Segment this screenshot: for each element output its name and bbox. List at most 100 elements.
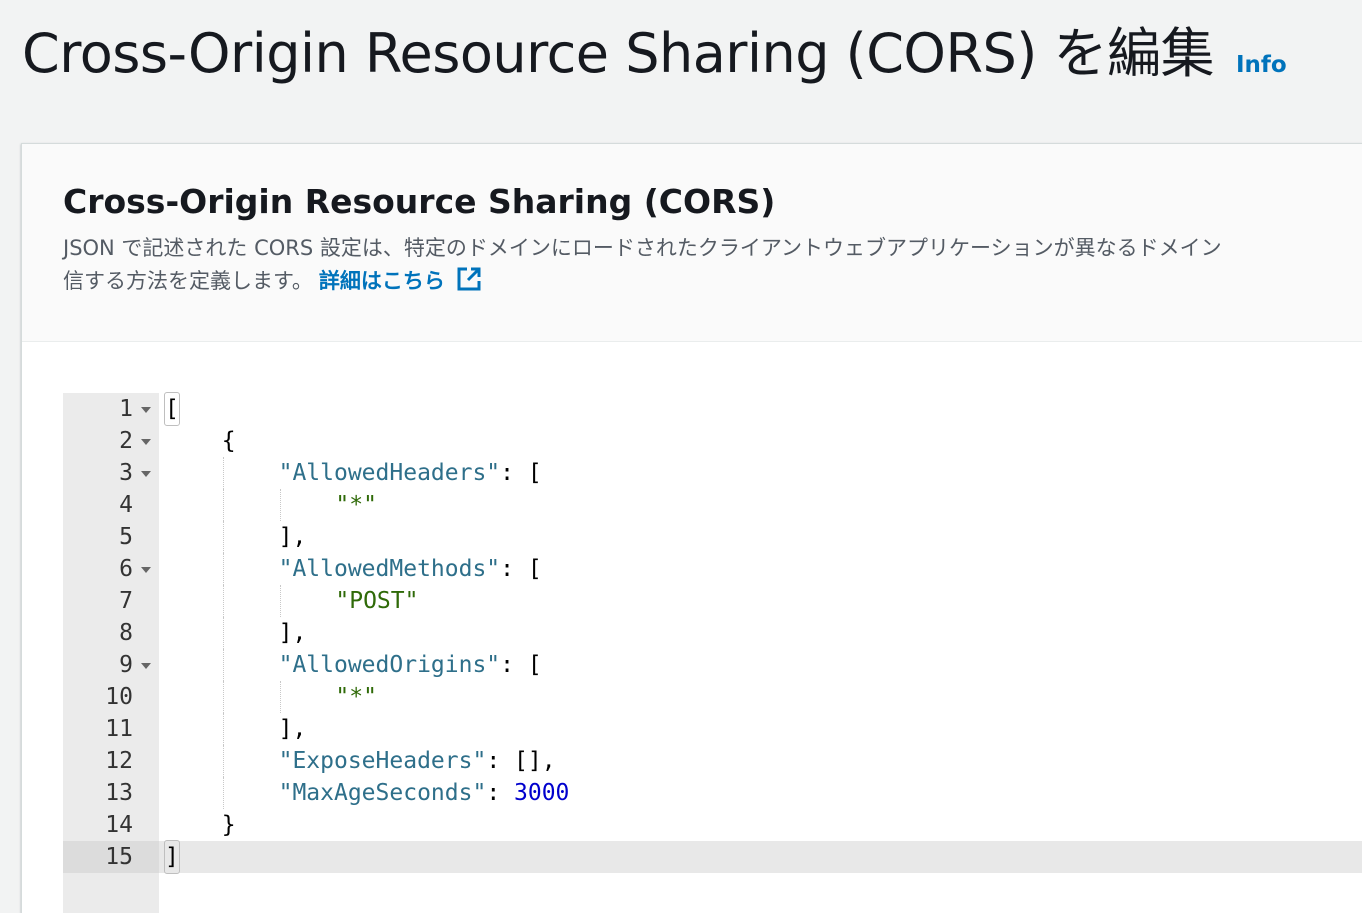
line-number: 8 [119,620,133,646]
code-line[interactable]: 6 "AllowedMethods": [ [63,553,1362,585]
code-punctuation: : [], [486,748,556,774]
code-punctuation: : [486,780,515,806]
panel-title: Cross-Origin Resource Sharing (CORS) [63,182,776,221]
code-line[interactable]: 13 "MaxAgeSeconds": 3000 [63,777,1362,809]
cors-panel: Cross-Origin Resource Sharing (CORS) JSO… [21,143,1362,913]
json-key: "AllowedOrigins" [278,652,501,678]
line-number-cell: 6 [63,553,159,585]
line-number-cell: 7 [63,585,159,617]
indent-guide [222,745,224,777]
fold-toggle-icon[interactable] [141,567,151,573]
line-number-cell: 5 [63,521,159,553]
json-key: "ExposeHeaders" [278,748,487,774]
json-key: "AllowedHeaders" [278,460,501,486]
line-number-cell: 11 [63,713,159,745]
indent-guide [222,457,224,489]
line-number-cell: 2 [63,425,159,457]
code-text: ], [279,617,307,649]
cors-json-editor[interactable]: 1[2{3 "AllowedHeaders": [4 "*" 5], 6 "Allowed… [63,392,1362,913]
description-line-2-text: 信する方法を定義します。 [63,269,313,293]
code-text: "*" [335,681,377,713]
fold-toggle-icon[interactable] [141,407,151,413]
line-number-cell: 4 [63,489,159,521]
line-number: 6 [119,556,133,582]
code-line[interactable]: 12 "ExposeHeaders": [], [63,745,1362,777]
line-number-cell: 14 [63,809,159,841]
line-number: 15 [105,844,133,870]
code-line[interactable]: 14} [63,809,1362,841]
line-number-cell: 1 [63,393,159,425]
fold-toggle-icon[interactable] [141,439,151,445]
indent-guide [222,521,224,553]
matched-bracket: [ [164,392,180,426]
json-key: "MaxAgeSeconds" [278,780,487,806]
indent-guide [222,713,224,745]
code-punctuation: ], [278,524,307,550]
code-line[interactable]: 5], [63,521,1362,553]
line-number: 13 [105,780,133,806]
json-key: "AllowedMethods" [278,556,501,582]
line-number: 12 [105,748,133,774]
page-title: Cross-Origin Resource Sharing (CORS) を編集 [22,22,1214,85]
line-number: 11 [105,716,133,742]
line-number: 2 [119,428,133,454]
indent-guide [279,489,281,521]
code-text: "AllowedHeaders": [ [279,457,542,489]
panel-description: JSON で記述された CORS 設定は、特定のドメインにロードされたクライアン… [63,232,1362,298]
code-line[interactable]: 1[ [63,392,1362,426]
description-line-2: 信する方法を定義します。 詳細はこちら [63,265,1362,298]
panel-header: Cross-Origin Resource Sharing (CORS) JSO… [22,144,1362,342]
indent-guide [222,553,224,585]
line-number: 9 [119,652,133,678]
line-number: 14 [105,812,133,838]
code-area[interactable]: 1[2{3 "AllowedHeaders": [4 "*" 5], 6 "Allowed… [63,392,1362,874]
code-line[interactable]: 3 "AllowedHeaders": [ [63,457,1362,489]
code-punctuation: { [221,428,236,454]
indent-guide [222,585,224,617]
indent-guide [222,489,224,521]
json-string: "POST" [335,588,419,614]
code-line[interactable]: 7 "POST" [63,585,1362,617]
code-text: "AllowedOrigins": [ [279,649,542,681]
code-text: "POST" [335,585,418,617]
line-number-cell: 8 [63,617,159,649]
line-number: 5 [119,524,133,550]
code-line[interactable]: 8], [63,617,1362,649]
line-number: 7 [119,588,133,614]
code-punctuation: : [ [500,460,542,486]
json-string: "*" [335,492,377,518]
line-number: 3 [119,460,133,486]
code-line[interactable]: 4 "*" [63,489,1362,521]
code-line[interactable]: 15] [63,840,1362,874]
code-line[interactable]: 10 "*" [63,681,1362,713]
external-link-icon [457,267,481,291]
indent-guide [222,681,224,713]
code-text: [ [164,392,180,426]
code-text: ], [279,521,307,553]
line-number-cell: 15 [63,841,159,873]
code-line[interactable]: 2{ [63,425,1362,457]
info-link[interactable]: Info [1236,52,1287,78]
line-number-cell: 13 [63,777,159,809]
description-line-1: JSON で記述された CORS 設定は、特定のドメインにロードされたクライアン… [63,236,1222,260]
learn-more-label: 詳細はこちら [318,269,445,293]
line-number-cell: 3 [63,457,159,489]
indent-guide [222,777,224,809]
code-text: ], [279,713,307,745]
code-line[interactable]: 11], [63,713,1362,745]
code-text: } [222,809,236,841]
code-text: { [222,425,236,457]
code-text: "*" [335,489,377,521]
code-text: "MaxAgeSeconds": 3000 [279,777,570,809]
fold-toggle-icon[interactable] [141,471,151,477]
code-text: "AllowedMethods": [ [279,553,542,585]
learn-more-link[interactable]: 詳細はこちら [318,267,483,293]
code-line[interactable]: 9 "AllowedOrigins": [ [63,649,1362,681]
line-number-cell: 9 [63,649,159,681]
code-punctuation: ], [278,620,307,646]
matched-bracket: ] [164,840,180,874]
code-punctuation: : [ [500,652,542,678]
fold-toggle-icon[interactable] [141,663,151,669]
indent-guide [222,649,224,681]
code-punctuation: } [221,812,236,838]
